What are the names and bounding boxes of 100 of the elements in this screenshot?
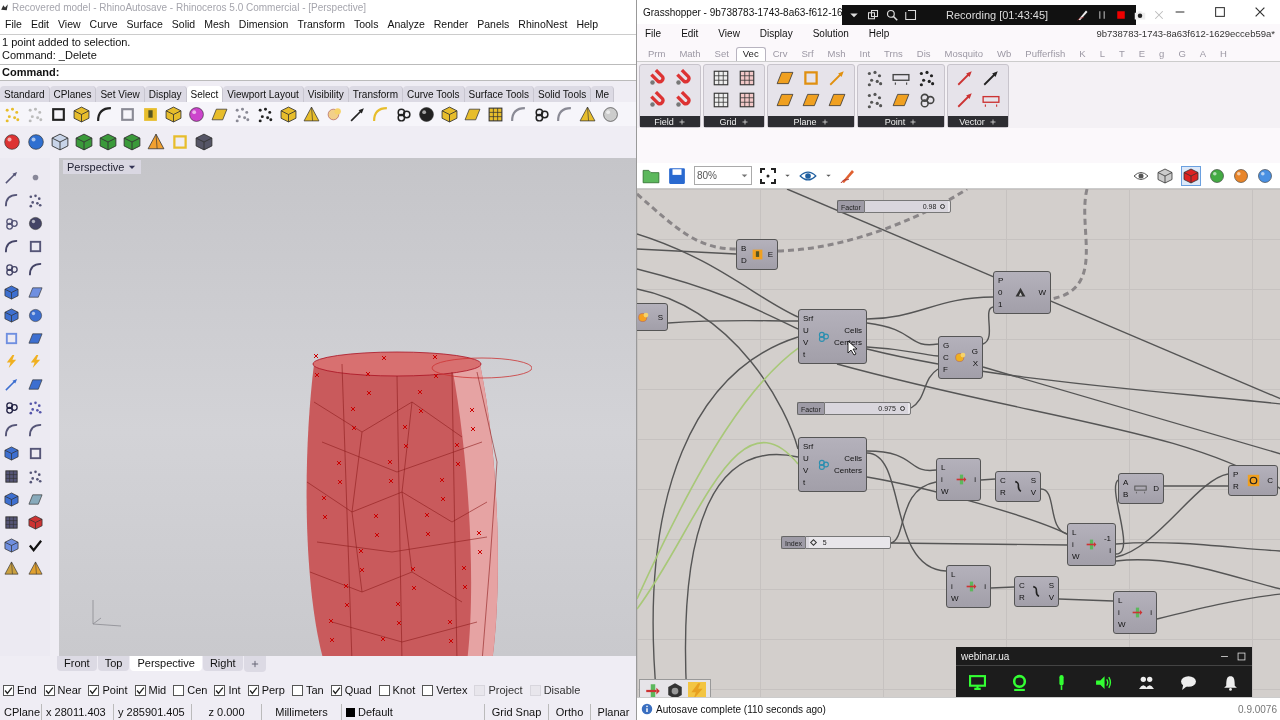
cube-icon[interactable] <box>4 492 19 507</box>
dots-icon[interactable] <box>4 105 21 123</box>
magnet-icon[interactable] <box>648 91 666 109</box>
component-node[interactable]: L i W -1 i <box>1067 523 1116 566</box>
viewport-tab[interactable]: Perspective <box>130 656 202 671</box>
toolbar-tab[interactable]: Set View <box>96 86 145 102</box>
menu-item[interactable]: Surface <box>121 18 167 30</box>
bell-icon[interactable] <box>1222 674 1240 691</box>
viewport-title-button[interactable]: Perspective <box>63 160 142 174</box>
osnap-checkbox[interactable]: Tan <box>291 684 324 696</box>
component-node[interactable]: P 0 1 W <box>993 271 1051 314</box>
toolbar-tab[interactable]: Curve Tools <box>402 86 465 102</box>
osnap-checkbox[interactable]: Cen <box>173 684 208 696</box>
circles-icon[interactable] <box>4 400 19 415</box>
toolbar-tab[interactable]: Viewport Layout <box>223 86 304 102</box>
osnap-checkbox[interactable]: Int <box>214 684 241 696</box>
component-node[interactable]: P R C <box>1228 465 1278 496</box>
menu-item[interactable]: Help <box>571 18 602 30</box>
component-node[interactable]: L i W i <box>936 458 981 501</box>
dots-icon[interactable] <box>257 105 274 123</box>
plus-icon[interactable] <box>677 117 686 126</box>
circles-icon[interactable] <box>395 105 412 123</box>
menu-item[interactable]: Display <box>759 27 793 39</box>
component-node[interactable]: C R S V <box>995 471 1041 502</box>
plus-icon[interactable] <box>740 117 749 126</box>
menu-item[interactable]: Help <box>868 27 890 39</box>
grid-icon[interactable] <box>4 469 19 484</box>
osnap-checkbox[interactable]: Near <box>43 684 82 696</box>
pyramid-icon[interactable] <box>4 561 19 576</box>
toolbar-tab[interactable]: Visibility <box>303 86 349 102</box>
cube-icon[interactable] <box>4 538 19 553</box>
menu-item[interactable]: Mesh <box>199 18 234 30</box>
menu-item[interactable]: Transform <box>292 18 349 30</box>
cube-icon[interactable] <box>1157 167 1173 184</box>
osnap-checkbox[interactable]: Knot <box>378 684 416 696</box>
maximize-icon[interactable] <box>1213 5 1227 19</box>
menu-item[interactable]: Panels <box>472 18 514 30</box>
magnet-icon[interactable] <box>674 69 692 87</box>
circles-icon[interactable] <box>4 216 19 231</box>
close-icon[interactable] <box>1253 5 1267 19</box>
toolbar-tab[interactable]: CPlanes <box>49 86 97 102</box>
cube-icon[interactable] <box>4 446 19 461</box>
dots-icon[interactable] <box>866 91 884 109</box>
arrow-icon[interactable] <box>982 69 1000 87</box>
monitor-icon[interactable] <box>968 674 986 691</box>
plus-icon[interactable] <box>988 117 997 126</box>
osnap-checkbox[interactable]: Vertex <box>422 684 468 696</box>
viewport-tab[interactable]: Right <box>202 656 243 671</box>
status-toggle[interactable]: Ortho <box>549 704 591 720</box>
cube-icon[interactable] <box>441 105 458 123</box>
checkbox[interactable] <box>3 684 14 696</box>
plane-icon[interactable] <box>802 91 820 109</box>
plane-icon[interactable] <box>776 91 794 109</box>
zoom-dropdown[interactable]: 80% <box>694 166 752 185</box>
osnap-checkbox[interactable]: Point <box>88 684 128 696</box>
menu-item[interactable]: Edit <box>25 18 53 30</box>
cross-icon[interactable] <box>644 682 662 697</box>
component-node[interactable]: A B D <box>1118 473 1164 504</box>
grid-icon[interactable] <box>712 69 730 87</box>
viewport[interactable]: Perspective <box>59 158 636 656</box>
toolbar-tab[interactable]: Me <box>591 86 615 102</box>
checkbox[interactable] <box>378 684 390 696</box>
curve-icon[interactable] <box>96 105 113 123</box>
menu-item[interactable]: Edit <box>681 27 699 39</box>
square-icon[interactable] <box>50 105 67 123</box>
speaker-icon[interactable] <box>1095 674 1113 691</box>
preview-button[interactable] <box>1181 165 1201 186</box>
square-icon[interactable] <box>28 446 43 461</box>
cube-icon[interactable] <box>28 515 43 530</box>
menu-item[interactable]: File <box>0 18 26 30</box>
toolbar-tab[interactable]: Display <box>144 86 187 102</box>
grid-icon[interactable] <box>738 91 756 109</box>
sphere-icon[interactable] <box>28 216 43 231</box>
people-icon[interactable] <box>1137 674 1155 691</box>
cube-icon[interactable] <box>99 133 117 151</box>
sphere-icon[interactable] <box>3 133 21 151</box>
toolbar-tab[interactable]: Standard <box>0 86 50 102</box>
plane-icon[interactable] <box>28 492 43 507</box>
component-node[interactable]: B D E <box>736 239 778 270</box>
menu-item[interactable]: Render <box>428 18 473 30</box>
component-node[interactable]: C R S V <box>1014 576 1059 607</box>
dots-icon[interactable] <box>918 69 936 87</box>
cube-icon[interactable] <box>123 133 141 151</box>
checkbox[interactable] <box>134 684 146 696</box>
grid-icon[interactable] <box>712 91 730 109</box>
sphere-icon[interactable] <box>418 105 435 123</box>
checkbox[interactable] <box>88 684 100 696</box>
plus-icon[interactable] <box>820 117 829 126</box>
maximize-icon[interactable] <box>1236 650 1247 662</box>
cube-icon[interactable] <box>280 105 297 123</box>
stop-icon[interactable] <box>1115 9 1128 21</box>
toolbar-tab[interactable]: Transform <box>348 86 403 102</box>
plane-icon[interactable] <box>892 91 910 109</box>
nut-icon[interactable] <box>666 682 684 697</box>
dots-icon[interactable] <box>234 105 251 123</box>
component-node[interactable]: G C F G X <box>938 336 983 379</box>
menu-item[interactable]: View <box>718 27 740 39</box>
plane-icon[interactable] <box>776 69 794 87</box>
menu-item[interactable]: File <box>645 27 662 39</box>
dots-icon[interactable] <box>866 69 884 87</box>
